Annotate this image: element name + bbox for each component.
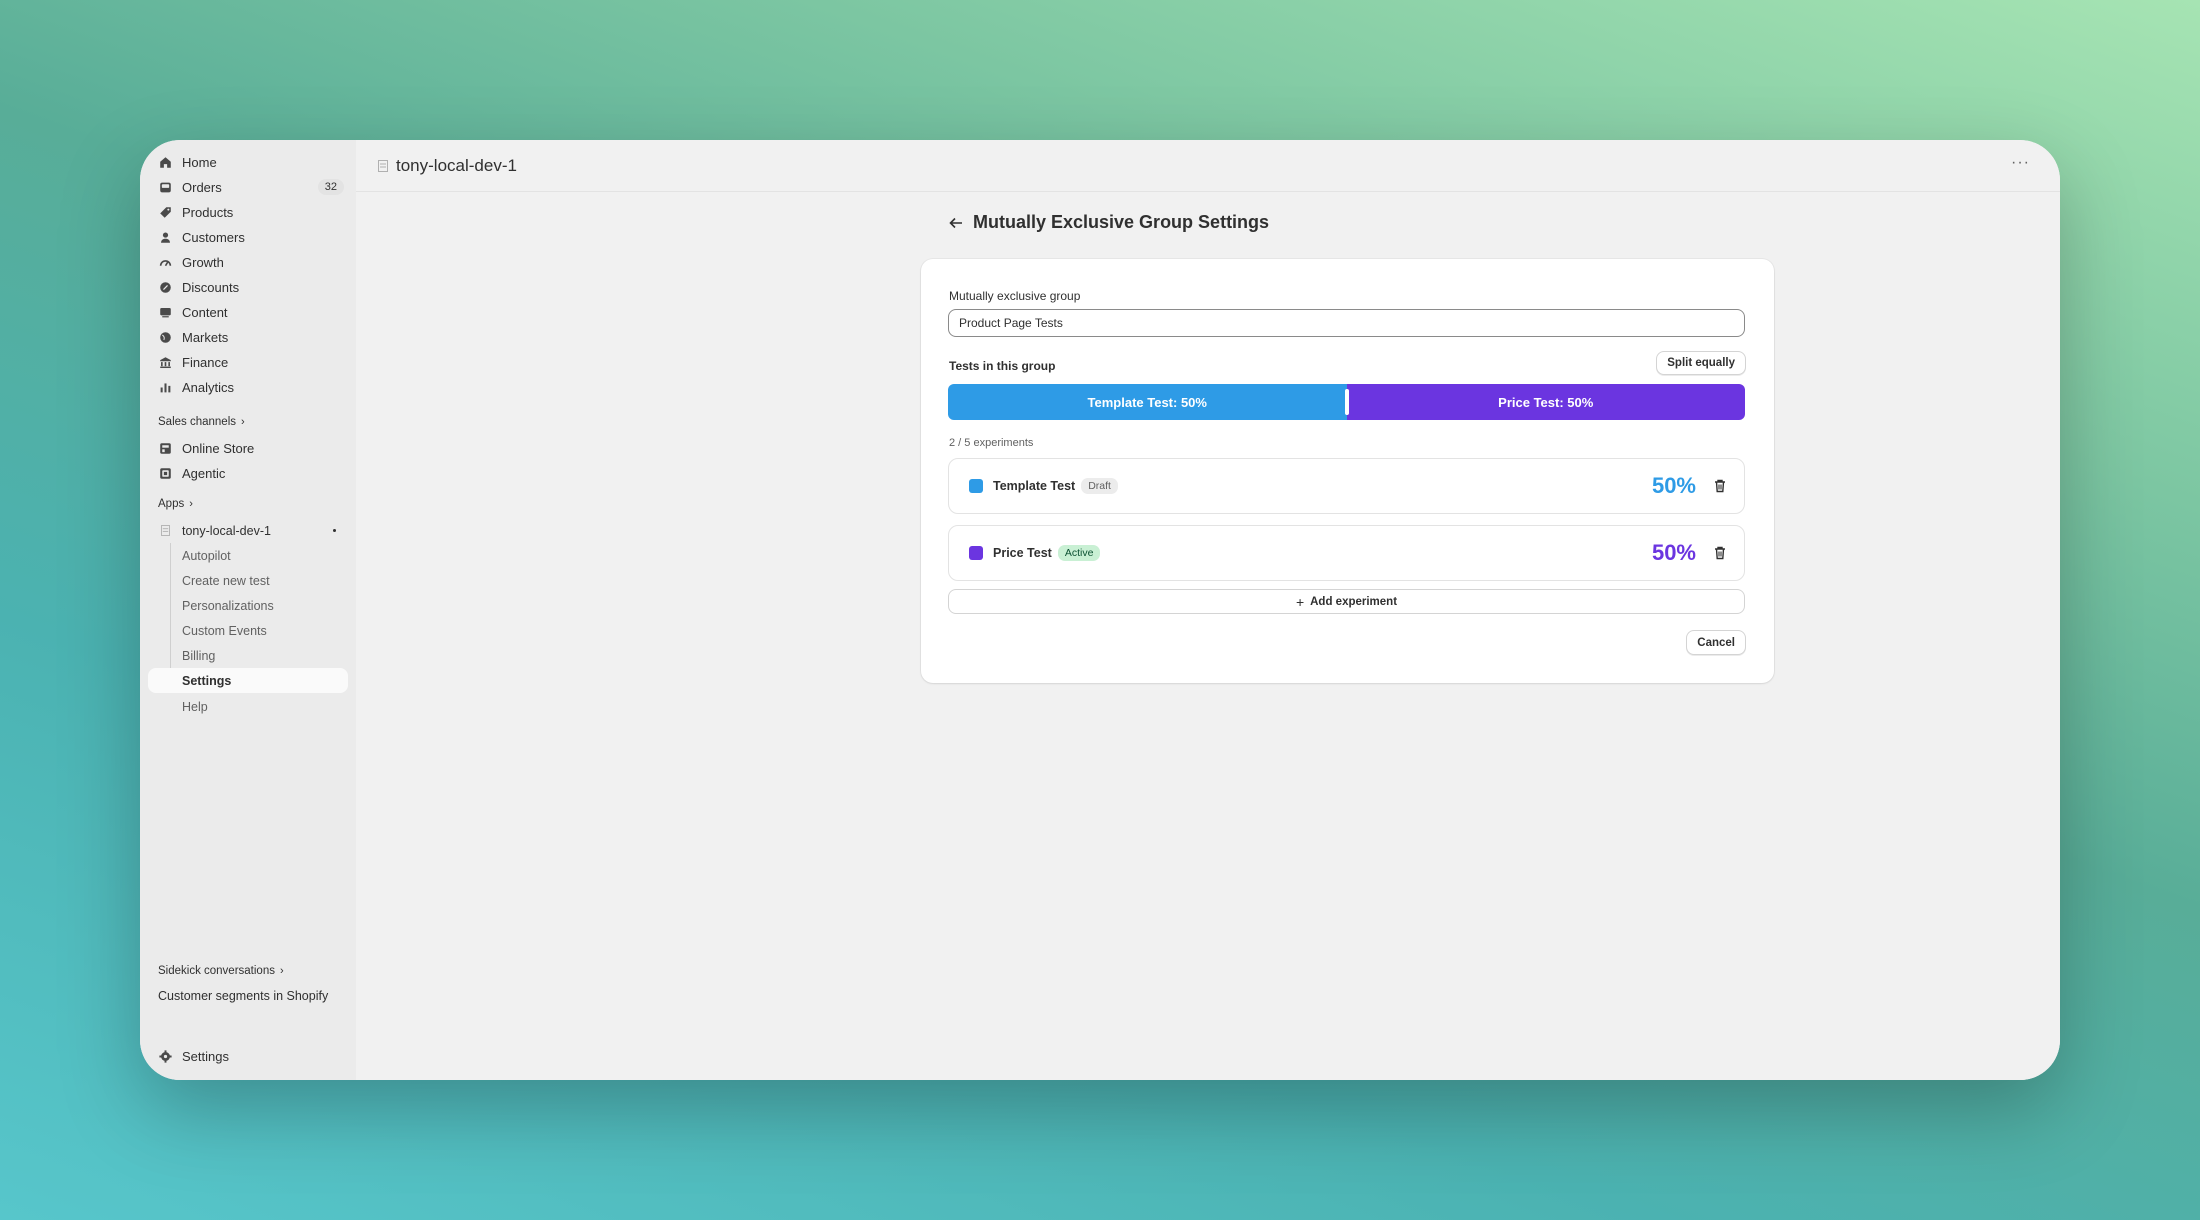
apps-header[interactable]: Apps › xyxy=(148,498,348,510)
app-item-autopilot[interactable]: Autopilot xyxy=(148,543,348,568)
status-badge: Draft xyxy=(1081,478,1118,494)
nav-label: Customers xyxy=(182,230,245,245)
back-arrow-icon[interactable] xyxy=(949,217,963,229)
cancel-button[interactable]: Cancel xyxy=(1686,630,1746,655)
discount-icon xyxy=(158,281,172,295)
nav-item-finance[interactable]: Finance xyxy=(148,350,348,375)
store-title: tony-local-dev-1 xyxy=(396,155,517,175)
app-item-custom-events[interactable]: Custom Events xyxy=(148,618,348,643)
nav-label: Markets xyxy=(182,330,229,345)
color-swatch xyxy=(969,546,983,560)
sidebar: Home Orders 32 Products Customers Growth xyxy=(140,140,356,1080)
sidebar-nav: Home Orders 32 Products Customers Growth xyxy=(148,150,348,719)
nav-item-products[interactable]: Products xyxy=(148,200,348,225)
nav-label: Online Store xyxy=(182,441,255,456)
split-drag-handle[interactable] xyxy=(1344,389,1349,415)
experiments-count: 2 / 5 experiments xyxy=(949,437,1034,449)
nav-item-settings[interactable]: Settings xyxy=(148,1044,348,1069)
agentic-icon xyxy=(158,467,172,481)
page-header: Mutually Exclusive Group Settings xyxy=(949,212,1269,233)
experiment-name: Template Test xyxy=(993,479,1076,493)
split-equally-button[interactable]: Split equally xyxy=(1656,351,1746,375)
group-name-input[interactable] xyxy=(948,309,1745,337)
trash-icon[interactable] xyxy=(1714,546,1726,560)
nav-label: Finance xyxy=(182,355,229,370)
person-icon xyxy=(158,231,172,245)
experiment-row: Template Test Draft 50% xyxy=(948,458,1745,514)
nav-item-home[interactable]: Home xyxy=(148,150,348,175)
page-title: Mutually Exclusive Group Settings xyxy=(973,212,1270,232)
nav-item-customers[interactable]: Customers xyxy=(148,225,348,250)
app-window: Home Orders 32 Products Customers Growth xyxy=(140,140,2060,1080)
orders-count-badge: 32 xyxy=(317,179,344,195)
sidekick-conversation-item[interactable]: Customer segments in Shopify xyxy=(158,989,328,1003)
nav-item-growth[interactable]: Growth xyxy=(148,250,348,275)
store-icon xyxy=(158,442,172,456)
app-item-settings[interactable]: Settings xyxy=(148,668,348,693)
top-bar: tony-local-dev-1 ··· xyxy=(356,140,2060,192)
app-subnav: Autopilot Create new test Personalizatio… xyxy=(148,543,348,719)
app-icon xyxy=(158,524,172,538)
nav-item-discounts[interactable]: Discounts xyxy=(148,275,348,300)
group-field-label: Mutually exclusive group xyxy=(949,289,1081,303)
split-segment-template-test: Template Test: 50% xyxy=(948,384,1347,420)
content-icon xyxy=(158,306,172,320)
chevron-right-icon: › xyxy=(241,416,245,428)
pin-dot-icon[interactable] xyxy=(333,529,336,532)
home-icon xyxy=(158,156,172,170)
app-name: tony-local-dev-1 xyxy=(182,523,271,538)
gear-icon xyxy=(158,1050,172,1064)
nav-label: Products xyxy=(182,205,234,220)
nav-label: Analytics xyxy=(182,380,235,395)
nav-item-online-store[interactable]: Online Store xyxy=(148,436,348,461)
app-item-billing[interactable]: Billing xyxy=(148,643,348,668)
inbox-icon xyxy=(158,181,172,195)
sales-channels-header[interactable]: Sales channels › xyxy=(148,416,348,428)
nav-label: Settings xyxy=(182,1049,229,1064)
nav-label: Orders xyxy=(182,180,222,195)
app-icon xyxy=(378,159,388,172)
add-experiment-button[interactable]: + Add experiment xyxy=(948,589,1745,614)
nav-label: Discounts xyxy=(182,280,240,295)
nav-item-content[interactable]: Content xyxy=(148,300,348,325)
app-item-help[interactable]: Help xyxy=(148,694,348,719)
bank-icon xyxy=(158,356,172,370)
bar-chart-icon xyxy=(158,381,172,395)
nav-label: Growth xyxy=(182,255,224,270)
sidekick-section: Sidekick conversations › Customer segmen… xyxy=(158,965,328,1003)
tag-icon xyxy=(158,206,172,220)
more-actions-icon[interactable]: ··· xyxy=(2011,154,2030,172)
main-area: tony-local-dev-1 ··· Mutually Exclusive … xyxy=(356,140,2060,1080)
nav-item-markets[interactable]: Markets xyxy=(148,325,348,350)
experiment-percent: 50% xyxy=(1651,473,1696,498)
status-badge: Active xyxy=(1057,545,1101,561)
nav-label: Content xyxy=(182,305,228,320)
color-swatch xyxy=(969,479,983,493)
sidekick-header[interactable]: Sidekick conversations › xyxy=(158,965,328,977)
experiment-name: Price Test xyxy=(993,546,1052,560)
experiment-row: Price Test Active 50% xyxy=(948,525,1745,581)
split-segment-price-test: Price Test: 50% xyxy=(1346,384,1745,420)
chevron-right-icon: › xyxy=(189,498,193,510)
experiment-percent: 50% xyxy=(1651,540,1696,565)
gauge-icon xyxy=(158,256,172,270)
nav-item-orders[interactable]: Orders 32 xyxy=(148,175,348,200)
nav-item-agentic[interactable]: Agentic xyxy=(148,461,348,486)
traffic-split-bar[interactable]: Template Test: 50% Price Test: 50% xyxy=(948,384,1745,420)
nav-label: Agentic xyxy=(182,466,226,481)
nav-label: Home xyxy=(182,155,217,170)
app-item-personalizations[interactable]: Personalizations xyxy=(148,593,348,618)
tests-label: Tests in this group xyxy=(949,359,1056,373)
app-item-tony-local-dev-1[interactable]: tony-local-dev-1 xyxy=(148,518,348,543)
plus-icon: + xyxy=(1295,593,1305,610)
settings-card: Mutually exclusive group Tests in this g… xyxy=(921,259,1774,683)
chevron-right-icon: › xyxy=(279,965,284,977)
globe-icon xyxy=(158,331,172,345)
trash-icon[interactable] xyxy=(1714,479,1726,493)
nav-item-analytics[interactable]: Analytics xyxy=(148,375,348,400)
app-item-create-new-test[interactable]: Create new test xyxy=(148,568,348,593)
